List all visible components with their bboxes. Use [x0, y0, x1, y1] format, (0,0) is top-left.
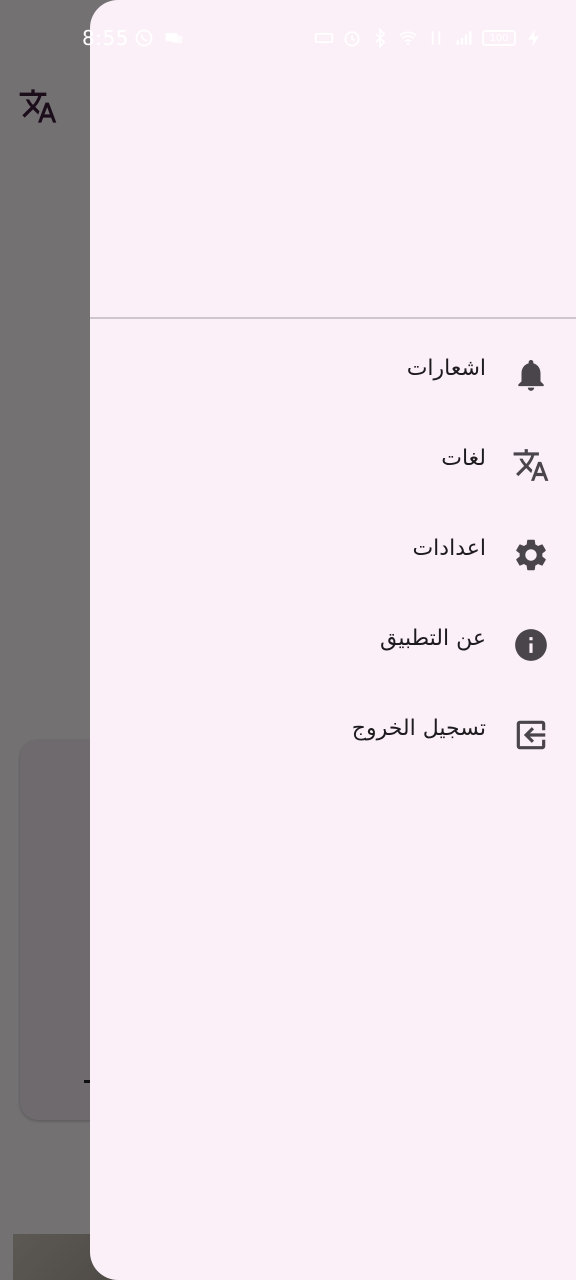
menu-item-languages[interactable]: لغات: [90, 420, 576, 510]
logout-icon: [512, 716, 550, 754]
status-time: 8:55: [82, 26, 129, 50]
navigation-drawer: اشعارات لغات اعدادات عن التطبيق تسجيل ال: [90, 0, 576, 1280]
status-bar: 8:55 100: [0, 20, 576, 58]
menu-item-notifications[interactable]: اشعارات: [90, 330, 576, 420]
menu-item-logout[interactable]: تسجيل الخروج: [90, 690, 576, 780]
drawer-menu: اشعارات لغات اعدادات عن التطبيق تسجيل ال: [90, 330, 576, 780]
whatsapp-icon: [134, 28, 154, 48]
signal-icon: [454, 28, 474, 48]
drawer-divider: [90, 317, 576, 319]
status-right-icons: 100: [314, 27, 544, 49]
wifi-icon: [398, 28, 418, 48]
data-icon: [426, 28, 446, 48]
translate-icon: [512, 446, 550, 484]
info-icon: [512, 626, 550, 664]
menu-item-label: تسجيل الخروج: [351, 716, 486, 741]
battery-icon: 100: [482, 30, 516, 46]
gear-icon: [512, 536, 550, 574]
menu-item-about[interactable]: عن التطبيق: [90, 600, 576, 690]
menu-item-settings[interactable]: اعدادات: [90, 510, 576, 600]
message-icon: [164, 28, 184, 48]
bluetooth-icon: [370, 27, 390, 49]
hd-icon: [314, 28, 334, 48]
menu-item-label: اشعارات: [406, 356, 486, 381]
status-left-icons: [134, 28, 184, 48]
alarm-icon: [342, 28, 362, 48]
bell-icon: [512, 356, 550, 394]
menu-item-label: لغات: [441, 446, 486, 471]
charging-icon: [524, 28, 544, 48]
menu-item-label: عن التطبيق: [380, 626, 486, 651]
menu-item-label: اعدادات: [412, 536, 486, 561]
